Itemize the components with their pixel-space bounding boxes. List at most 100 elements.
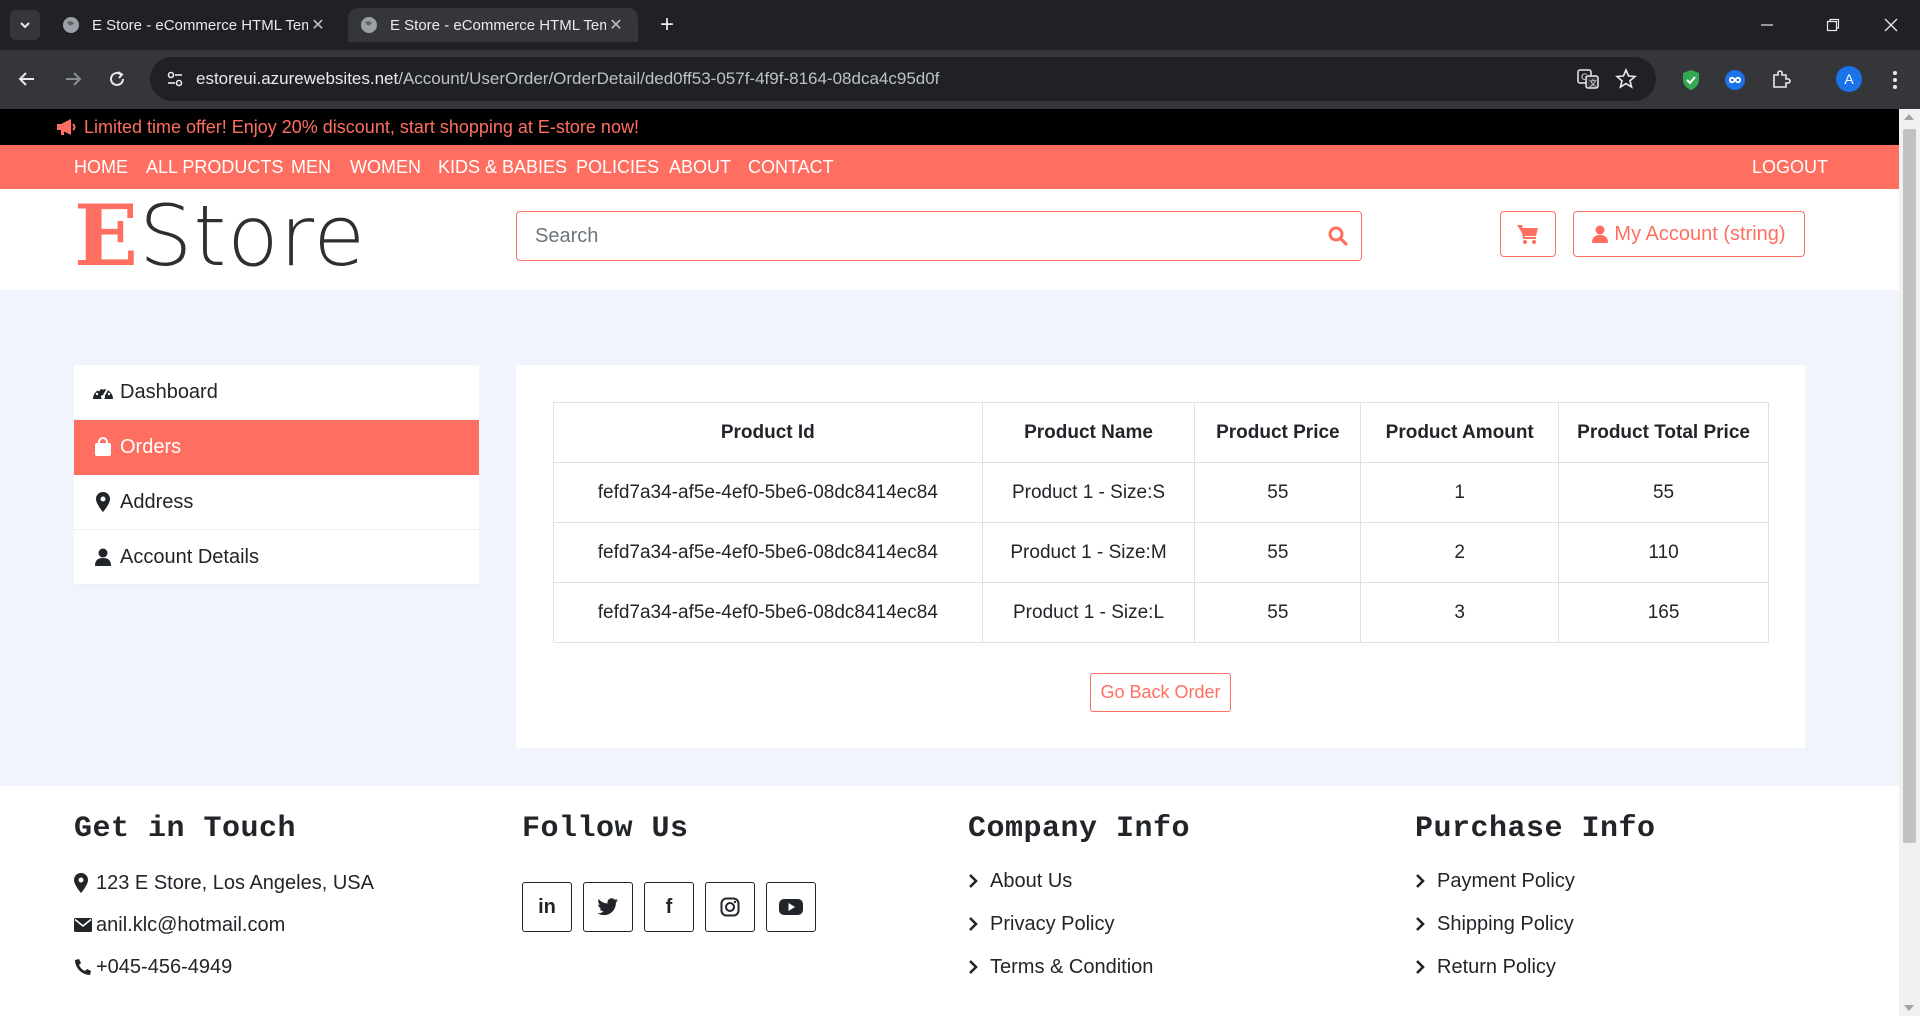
- cell-product-total: 55: [1558, 462, 1769, 523]
- close-window-icon[interactable]: [1868, 0, 1914, 50]
- profile-avatar[interactable]: A: [1836, 66, 1862, 92]
- chevron-right-icon: [1415, 874, 1435, 888]
- new-tab-button[interactable]: +: [652, 10, 682, 40]
- go-back-order-button[interactable]: Go Back Order: [1090, 673, 1231, 712]
- nav-men[interactable]: MEN: [291, 145, 331, 189]
- footer-phone-text[interactable]: +045-456-4949: [96, 956, 232, 979]
- footer-link-label: About Us: [990, 869, 1073, 892]
- address-bar[interactable]: estoreui.azurewebsites.net/Account/UserO…: [150, 57, 1656, 101]
- promo-bar: Limited time offer! Enjoy 20% discount, …: [0, 109, 1899, 145]
- sidebar-item-label: Address: [120, 490, 194, 513]
- nav-all-products[interactable]: ALL PRODUCTS: [146, 145, 283, 189]
- megaphone-icon: [56, 118, 78, 136]
- footer-contact: Get in Touch 123 E Store, Los Angeles, U…: [74, 786, 374, 980]
- nav-women[interactable]: WOMEN: [350, 145, 421, 189]
- search-input[interactable]: [517, 212, 1315, 260]
- cell-product-name: Product 1 - Size:L: [981, 582, 1196, 643]
- cell-product-id: fefd7a34-af5e-4ef0-5be6-08dc8414ec84: [553, 582, 983, 643]
- cell-product-total: 110: [1558, 522, 1769, 583]
- my-account-button[interactable]: My Account (string): [1573, 211, 1805, 257]
- scroll-down-icon[interactable]: [1904, 1005, 1914, 1011]
- search-icon[interactable]: [1315, 226, 1361, 246]
- search-box: [516, 211, 1362, 261]
- order-detail-card: Product Id Product Name Product Price Pr…: [516, 365, 1805, 748]
- back-arrow-icon[interactable]: [10, 62, 44, 96]
- sidebar-item-label: Account Details: [120, 545, 259, 568]
- scroll-up-icon[interactable]: [1904, 114, 1914, 120]
- footer-follow: Follow Us in f: [522, 786, 827, 932]
- footer-link-about-us[interactable]: About Us: [968, 868, 1190, 894]
- footer-link-privacy-policy[interactable]: Privacy Policy: [968, 911, 1190, 937]
- reload-icon[interactable]: [100, 62, 134, 96]
- youtube-icon[interactable]: [766, 882, 816, 932]
- forward-arrow-icon[interactable]: [56, 62, 90, 96]
- account-sidebar: Dashboard Orders Address Account Details: [74, 365, 479, 585]
- tab-search-button[interactable]: [10, 10, 40, 40]
- instagram-icon[interactable]: [705, 882, 755, 932]
- translate-icon[interactable]: G文: [1576, 67, 1600, 91]
- page-scrollbar[interactable]: [1899, 109, 1920, 1016]
- shopping-cart-icon: [1517, 224, 1538, 244]
- nav-about[interactable]: ABOUT: [669, 145, 731, 189]
- envelope-icon: [74, 918, 94, 932]
- nav-home[interactable]: HOME: [74, 145, 128, 189]
- sidebar-item-orders[interactable]: Orders: [74, 420, 479, 475]
- footer-email-text[interactable]: anil.klc@hotmail.com: [96, 914, 285, 937]
- chevron-right-icon: [1415, 960, 1435, 974]
- extensions-puzzle-icon[interactable]: [1768, 67, 1794, 93]
- nav-policies[interactable]: POLICIES: [576, 145, 659, 189]
- main-navigation: HOME ALL PRODUCTS MEN WOMEN KIDS & BABIE…: [0, 145, 1899, 189]
- footer-link-label: Privacy Policy: [990, 912, 1115, 935]
- footer-heading: Follow Us: [522, 812, 689, 846]
- table-row: fefd7a34-af5e-4ef0-5be6-08dc8414ec84 Pro…: [553, 522, 1769, 583]
- column-header: Product Id: [553, 402, 983, 463]
- browser-menu-icon[interactable]: [1882, 67, 1908, 93]
- footer-purchase-info: Purchase Info Payment Policy Shipping Po…: [1415, 786, 1656, 980]
- cart-button[interactable]: [1500, 211, 1556, 257]
- nav-logout[interactable]: LOGOUT: [1752, 145, 1828, 189]
- linkedin-icon[interactable]: in: [522, 882, 572, 932]
- facebook-icon[interactable]: f: [644, 882, 694, 932]
- twitter-icon[interactable]: [583, 882, 633, 932]
- nav-contact[interactable]: CONTACT: [748, 145, 834, 189]
- sidebar-item-address[interactable]: Address: [74, 475, 479, 530]
- sidebar-item-label: Dashboard: [120, 380, 218, 403]
- shield-extension-icon[interactable]: [1678, 67, 1704, 93]
- url-host: estoreui.azurewebsites.net: [196, 69, 399, 88]
- cell-product-amount: 2: [1360, 522, 1560, 583]
- footer-link-payment-policy[interactable]: Payment Policy: [1415, 868, 1656, 894]
- site-settings-icon[interactable]: [162, 66, 188, 92]
- browser-tab-2[interactable]: E Store - eCommerce HTML Template ✕: [348, 8, 638, 42]
- footer-email: anil.klc@hotmail.com: [74, 912, 374, 938]
- shopping-bag-icon: [92, 437, 114, 457]
- sidebar-item-dashboard[interactable]: Dashboard: [74, 365, 479, 420]
- logo-letter: E: [74, 186, 140, 285]
- scrollbar-thumb[interactable]: [1903, 129, 1916, 843]
- cell-product-price: 55: [1194, 462, 1362, 523]
- footer-company-info: Company Info About Us Privacy Policy Ter…: [968, 786, 1190, 980]
- column-header: Product Name: [981, 402, 1196, 463]
- sidebar-item-account-details[interactable]: Account Details: [74, 530, 479, 585]
- footer-link-shipping-policy[interactable]: Shipping Policy: [1415, 911, 1656, 937]
- close-tab-icon[interactable]: ✕: [606, 15, 626, 35]
- close-tab-icon[interactable]: ✕: [308, 15, 328, 35]
- site-logo[interactable]: EStore: [74, 191, 366, 282]
- infinity-extension-icon[interactable]: [1722, 67, 1748, 93]
- browser-tab-1[interactable]: E Store - eCommerce HTML Template ✕: [50, 8, 340, 42]
- bookmark-star-icon[interactable]: [1614, 67, 1638, 91]
- footer-link-label: Payment Policy: [1437, 869, 1575, 892]
- restore-icon[interactable]: [1810, 0, 1856, 50]
- footer-link-label: Return Policy: [1437, 955, 1556, 978]
- my-account-label: My Account (string): [1614, 222, 1786, 245]
- map-marker-icon: [92, 492, 114, 512]
- nav-kids-babies[interactable]: KIDS & BABIES: [438, 145, 567, 189]
- cell-product-price: 55: [1194, 522, 1362, 583]
- footer-link-return-policy[interactable]: Return Policy: [1415, 954, 1656, 980]
- chevron-down-icon: [20, 22, 30, 29]
- footer-heading: Get in Touch: [74, 812, 297, 846]
- minimize-icon[interactable]: [1744, 0, 1790, 50]
- table-header-row: Product Id Product Name Product Price Pr…: [553, 402, 1769, 463]
- footer-link-terms[interactable]: Terms & Condition: [968, 954, 1190, 980]
- table-row: fefd7a34-af5e-4ef0-5be6-08dc8414ec84 Pro…: [553, 462, 1769, 523]
- cell-product-amount: 1: [1360, 462, 1560, 523]
